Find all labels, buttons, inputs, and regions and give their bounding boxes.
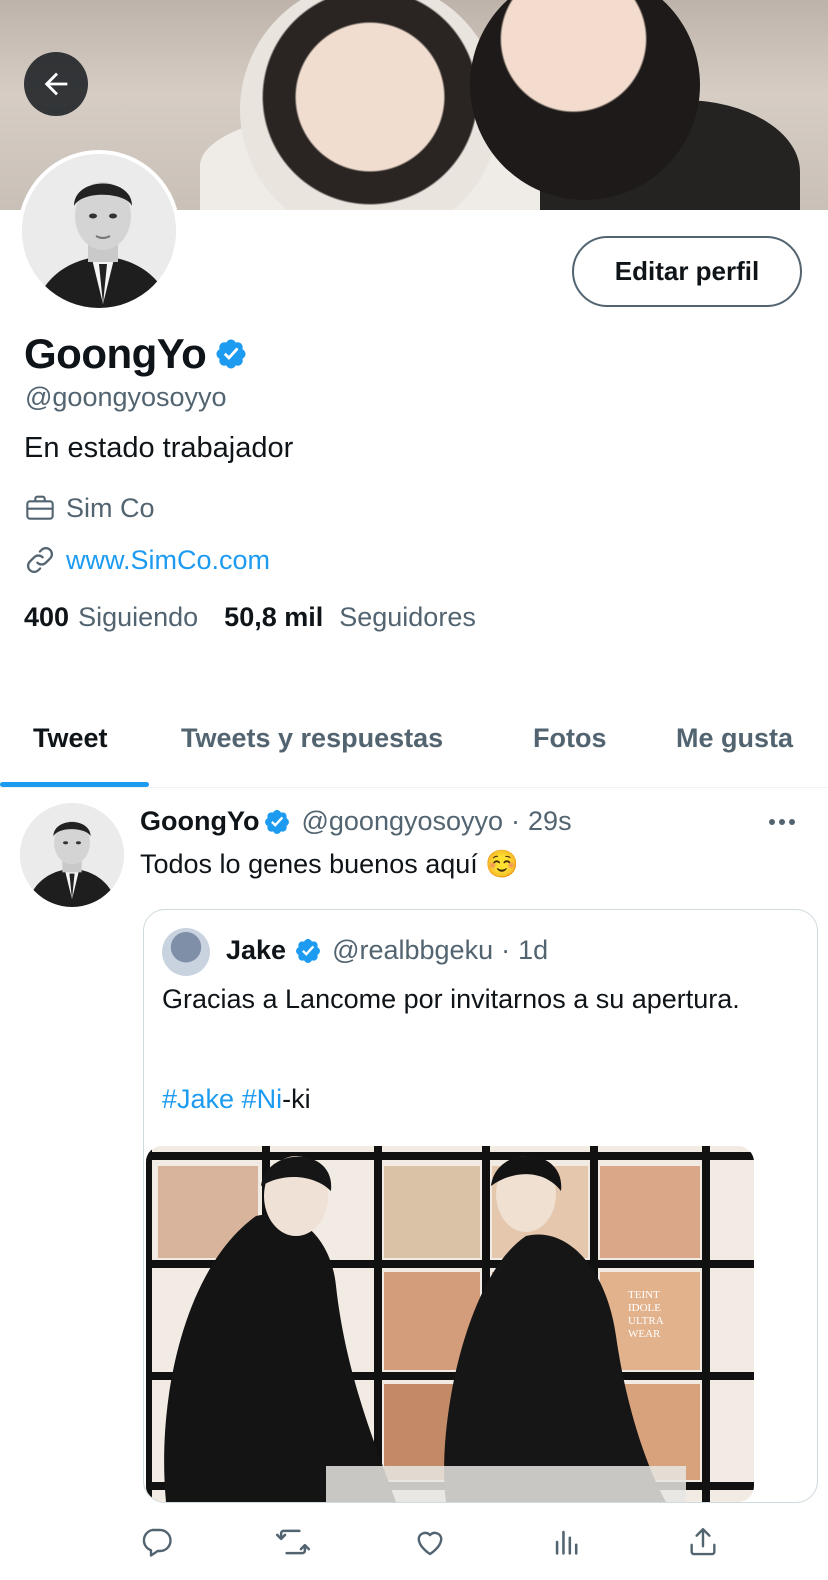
tab-likes[interactable]: Me gusta [676, 700, 793, 776]
banner-face-left [240, 0, 500, 210]
quoted-tweet-image[interactable]: TEINT IDOLE ULTRA WEAR [146, 1146, 754, 1502]
like-button[interactable] [408, 1520, 452, 1564]
hashtag-ni[interactable]: #Ni [242, 1084, 283, 1114]
analytics-icon [555, 1530, 578, 1555]
profile-display-name: GoongYo [24, 330, 207, 377]
quoted-photo: TEINT IDOLE ULTRA WEAR [146, 1146, 754, 1502]
reply-button[interactable] [135, 1520, 179, 1564]
quoted-tweet-text: Gracias a Lancome por invitarnos a su ap… [162, 984, 740, 1014]
verified-badge-icon [216, 339, 246, 369]
quoted-time: 1d [518, 935, 549, 965]
back-button[interactable] [24, 52, 88, 116]
tweet-more-button[interactable] [762, 806, 802, 838]
tweet-action-bar [0, 1510, 828, 1570]
svg-text:WEAR: WEAR [628, 1328, 661, 1340]
tweet-author-name[interactable]: GoongYo [140, 806, 259, 837]
link-icon [27, 547, 53, 573]
following-label[interactable]: Siguiendo [78, 602, 198, 633]
briefcase-icon [26, 495, 54, 520]
tab-tweets[interactable]: Tweet [33, 700, 108, 776]
retweet-icon [275, 1529, 311, 1555]
following-count[interactable]: 400 [24, 602, 69, 633]
profile-work-label: Sim Co [66, 492, 155, 523]
quoted-tweet-header: Jake @realbbgeku · 1d [226, 935, 548, 966]
profile-website-link[interactable]: www.SimCo.com [66, 545, 270, 576]
quoted-author-avatar[interactable] [162, 928, 210, 976]
avatar-portrait [22, 154, 176, 308]
verified-badge-icon [296, 938, 321, 963]
more-horizontal-icon [769, 819, 795, 825]
share-icon [690, 1528, 716, 1556]
tweet-text: Todos lo genes buenos aquí ☺️ [140, 849, 519, 879]
tweet-author-avatar[interactable] [20, 803, 124, 907]
views-button[interactable] [545, 1520, 589, 1564]
heart-icon [417, 1531, 443, 1556]
svg-text:ULTRA: ULTRA [628, 1315, 664, 1327]
quoted-hashtags: #Jake #Ni-ki [162, 1084, 311, 1115]
retweet-button[interactable] [271, 1520, 315, 1564]
profile-tabs: Tweet Tweets y respuestas Fotos Me gusta [0, 700, 828, 788]
reply-icon [142, 1528, 172, 1557]
svg-text:IDOLE: IDOLE [628, 1302, 661, 1314]
profile-website[interactable]: www.SimCo.com [24, 544, 270, 576]
hashtag-suffix: -ki [282, 1084, 311, 1114]
edit-profile-button[interactable]: Editar perfil [572, 236, 802, 307]
profile-stats: 400 Siguiendo 50,8 mil Seguidores [24, 602, 476, 633]
verified-badge-icon [265, 809, 290, 834]
tweet-header: GoongYo @goongyosoyyo · 29s [140, 806, 572, 837]
tweet-time[interactable]: 29s [528, 806, 572, 837]
tab-tweets-replies[interactable]: Tweets y respuestas [181, 700, 443, 776]
arrow-left-icon [44, 72, 68, 96]
quoted-tweet[interactable]: Jake @realbbgeku · 1d Gracias a Lancome … [143, 909, 818, 1503]
media-label-1: TEINT [628, 1289, 660, 1301]
tweet-separator: · [511, 806, 521, 836]
share-button[interactable] [681, 1520, 725, 1564]
quoted-author-name[interactable]: Jake [226, 935, 286, 966]
profile-avatar[interactable] [18, 150, 180, 312]
followers-label[interactable]: Seguidores [339, 602, 476, 633]
profile-handle: @goongyosoyyo [25, 382, 227, 412]
tab-photos[interactable]: Fotos [533, 700, 607, 776]
tweet-avatar-portrait [20, 803, 124, 907]
profile-work: Sim Co [24, 492, 155, 524]
profile-bio: En estado trabajador [24, 432, 294, 464]
hashtag-jake[interactable]: #Jake [162, 1084, 234, 1114]
tweet-author-handle[interactable]: @goongyosoyyo [301, 806, 503, 837]
quoted-author-handle: @realbbgeku [332, 935, 494, 965]
followers-count[interactable]: 50,8 mil [224, 602, 323, 633]
profile-name-row: GoongYo [24, 330, 248, 378]
quoted-separator: · [501, 935, 511, 965]
tabs-divider [0, 787, 828, 788]
